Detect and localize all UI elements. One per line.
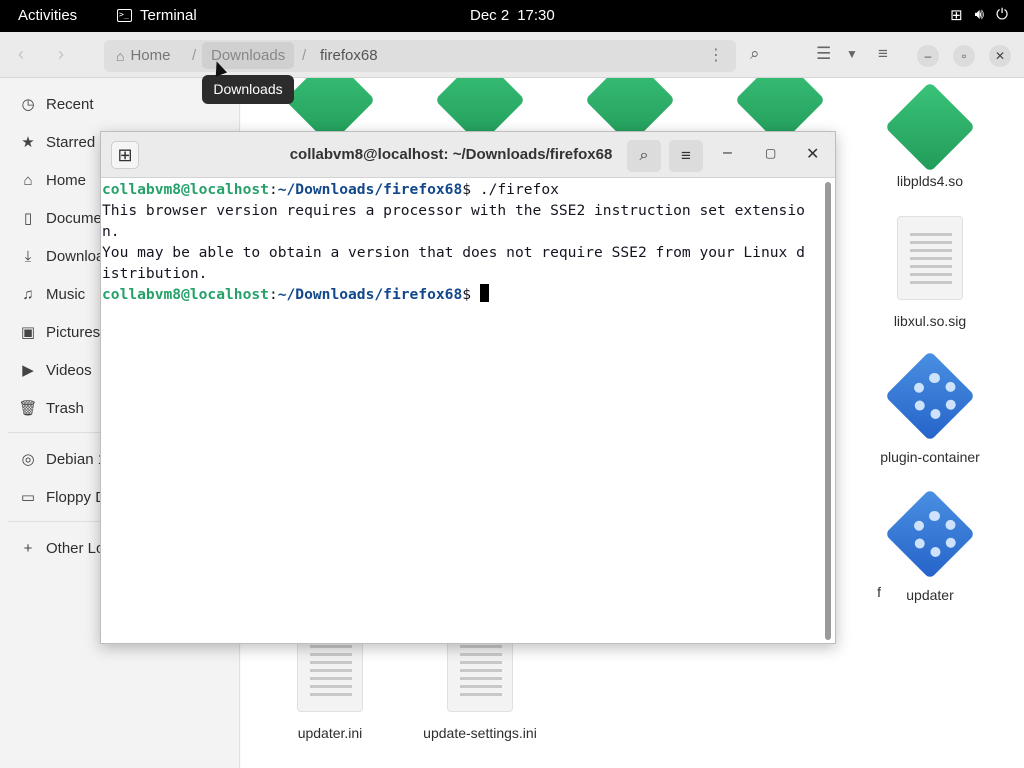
prompt-path: ~/Downloads/firefox68 — [277, 286, 463, 303]
file-item-libplds4[interactable]: libplds4.so — [860, 81, 1000, 189]
prompt-separator: : — [268, 286, 278, 303]
terminal-line-prompt: collabvm8@localhost:~/Downloads/firefox6… — [102, 284, 823, 305]
file-manager-headerbar: ‹ › ⌂ Home / Downloads / firefox68 ⋮ ⌕ ☰… — [0, 32, 1024, 78]
app-name: Terminal — [140, 7, 197, 24]
terminal-output-line: This browser version requires a processo… — [102, 202, 805, 219]
trash-icon: 🗑︎ — [18, 400, 38, 417]
sidebar-item-label: Other Lo — [46, 539, 105, 557]
file-item[interactable] — [710, 78, 850, 146]
terminal-headerbar: ⊞ collabvm8@localhost: ~/Downloads/firef… — [101, 132, 835, 178]
top-bar: Activities >_ Terminal Dec 2 17:30 ⊞ 🔊︎ … — [0, 0, 1024, 32]
path-bar: ⌂ Home / Downloads / firefox68 ⋮ — [104, 40, 736, 72]
chevron-down-icon[interactable]: ▼ — [846, 47, 858, 61]
back-arrow-icon[interactable]: ‹ — [18, 44, 24, 65]
file-label: libplds4.so — [896, 173, 964, 189]
file-label: libxul.so.sig — [893, 313, 967, 329]
crumb-current[interactable]: firefox68 — [320, 47, 378, 64]
path-separator: / — [302, 47, 307, 64]
sidebar-item-label: Trash — [46, 399, 84, 417]
crumb-home[interactable]: ⌂ Home — [116, 47, 170, 64]
file-item-libxul-sig[interactable]: libxul.so.sig — [860, 216, 1000, 329]
system-tray[interactable]: ⊞ 🔊︎ ⏻ — [950, 6, 1008, 24]
clock-icon: ◷ — [21, 96, 35, 113]
sidebar-item-label: Music — [46, 285, 86, 303]
file-item-update-settings[interactable]: update-settings.ini — [410, 628, 550, 741]
sidebar-item-label: Recent — [46, 95, 94, 113]
file-item-updater-ini[interactable]: updater.ini — [260, 628, 400, 741]
executable-gear-icon — [884, 350, 976, 442]
video-icon: ▶ — [22, 362, 34, 379]
file-item[interactable] — [560, 78, 700, 146]
minimize-button[interactable]: – — [917, 45, 939, 67]
file-label: updater — [906, 587, 954, 603]
file-label: plugin-container — [880, 449, 980, 465]
kebab-menu-icon[interactable]: ⋮ — [708, 45, 724, 65]
prompt-dollar: $ — [462, 181, 480, 198]
music-icon: ♫ — [22, 285, 34, 303]
volume-icon: 🔊︎ — [974, 6, 985, 23]
list-view-icon[interactable]: ☰ — [816, 44, 831, 64]
disc-icon: ◎ — [21, 451, 35, 468]
terminal-search-button[interactable]: ⌕ — [627, 140, 661, 172]
file-item-updater[interactable]: updater — [860, 488, 1000, 603]
clock-time: 17:30 — [517, 7, 555, 24]
terminal-line-command: collabvm8@localhost:~/Downloads/firefox6… — [102, 179, 823, 200]
terminal-icon: >_ — [117, 9, 132, 22]
prompt-separator: : — [268, 181, 278, 198]
power-icon: ⏻ — [996, 6, 1008, 23]
sidebar-item-label: Debian 1 — [46, 450, 107, 468]
sidebar-item-label: Home — [46, 171, 87, 189]
prompt-path: ~/Downloads/firefox68 — [277, 181, 463, 198]
terminal-close-button[interactable]: ✕ — [806, 144, 819, 164]
file-item-plugin-container[interactable]: plugin-container — [860, 350, 1000, 465]
home-icon: ⌂ — [23, 171, 33, 189]
text-file-icon — [897, 216, 963, 300]
clock-date: Dec 2 — [470, 7, 510, 24]
prompt-user: collabvm8@localhost — [102, 286, 269, 303]
plus-icon: + — [23, 539, 33, 557]
terminal-output-line: n. — [102, 223, 120, 240]
clock[interactable]: Dec 2 17:30 — [470, 7, 555, 24]
close-button[interactable]: ✕ — [989, 45, 1011, 67]
sidebar-item-label: Starred — [46, 133, 96, 151]
terminal-output-line: istribution. — [102, 265, 208, 282]
terminal-maximize-button[interactable]: ▢ — [765, 146, 776, 160]
text-cursor — [479, 284, 489, 302]
library-file-icon — [884, 81, 976, 173]
terminal-scrollbar[interactable] — [825, 182, 831, 640]
terminal-window: ⊞ collabvm8@localhost: ~/Downloads/firef… — [100, 131, 836, 644]
file-label: updater.ini — [297, 725, 363, 741]
path-separator: / — [192, 47, 197, 64]
download-icon: ⤓ — [24, 247, 32, 265]
pictures-icon: ▣ — [20, 324, 36, 341]
file-item[interactable] — [410, 78, 550, 146]
terminal-output-line: You may be able to obtain a version that… — [102, 244, 805, 261]
home-icon: ⌂ — [116, 47, 125, 64]
executable-gear-icon — [884, 488, 976, 580]
file-label: update-settings.ini — [423, 725, 537, 741]
prompt-user: collabvm8@localhost — [102, 181, 269, 198]
new-tab-button[interactable]: ⊞ — [111, 141, 139, 169]
network-icon: ⊞ — [950, 7, 963, 24]
terminal-menu-button[interactable]: ≡ — [669, 140, 703, 172]
activities-button[interactable]: Activities — [18, 7, 77, 24]
sidebar-item-label: Videos — [46, 361, 92, 379]
sidebar-item-label: Pictures — [46, 323, 101, 341]
terminal-title: collabvm8@localhost: ~/Downloads/firefox… — [289, 146, 613, 163]
forward-arrow-icon[interactable]: › — [58, 44, 64, 65]
maximize-button[interactable]: ▫ — [953, 45, 975, 67]
tooltip: Downloads — [202, 75, 294, 104]
floppy-icon: ▭ — [20, 489, 36, 506]
search-icon[interactable]: ⌕ — [750, 44, 760, 64]
app-menu[interactable]: >_ Terminal — [117, 7, 197, 24]
hamburger-menu-icon[interactable]: ≡ — [878, 44, 888, 64]
crumb-home-label: Home — [130, 47, 171, 64]
document-icon: ▯ — [23, 210, 33, 227]
prompt-dollar: $ — [462, 286, 480, 303]
terminal-output[interactable]: collabvm8@localhost:~/Downloads/firefox6… — [101, 179, 823, 643]
terminal-command: ./firefox — [479, 181, 559, 198]
terminal-minimize-button[interactable]: – — [723, 144, 732, 162]
sidebar-item-label: Floppy D — [46, 488, 107, 506]
star-icon: ★ — [21, 134, 35, 151]
